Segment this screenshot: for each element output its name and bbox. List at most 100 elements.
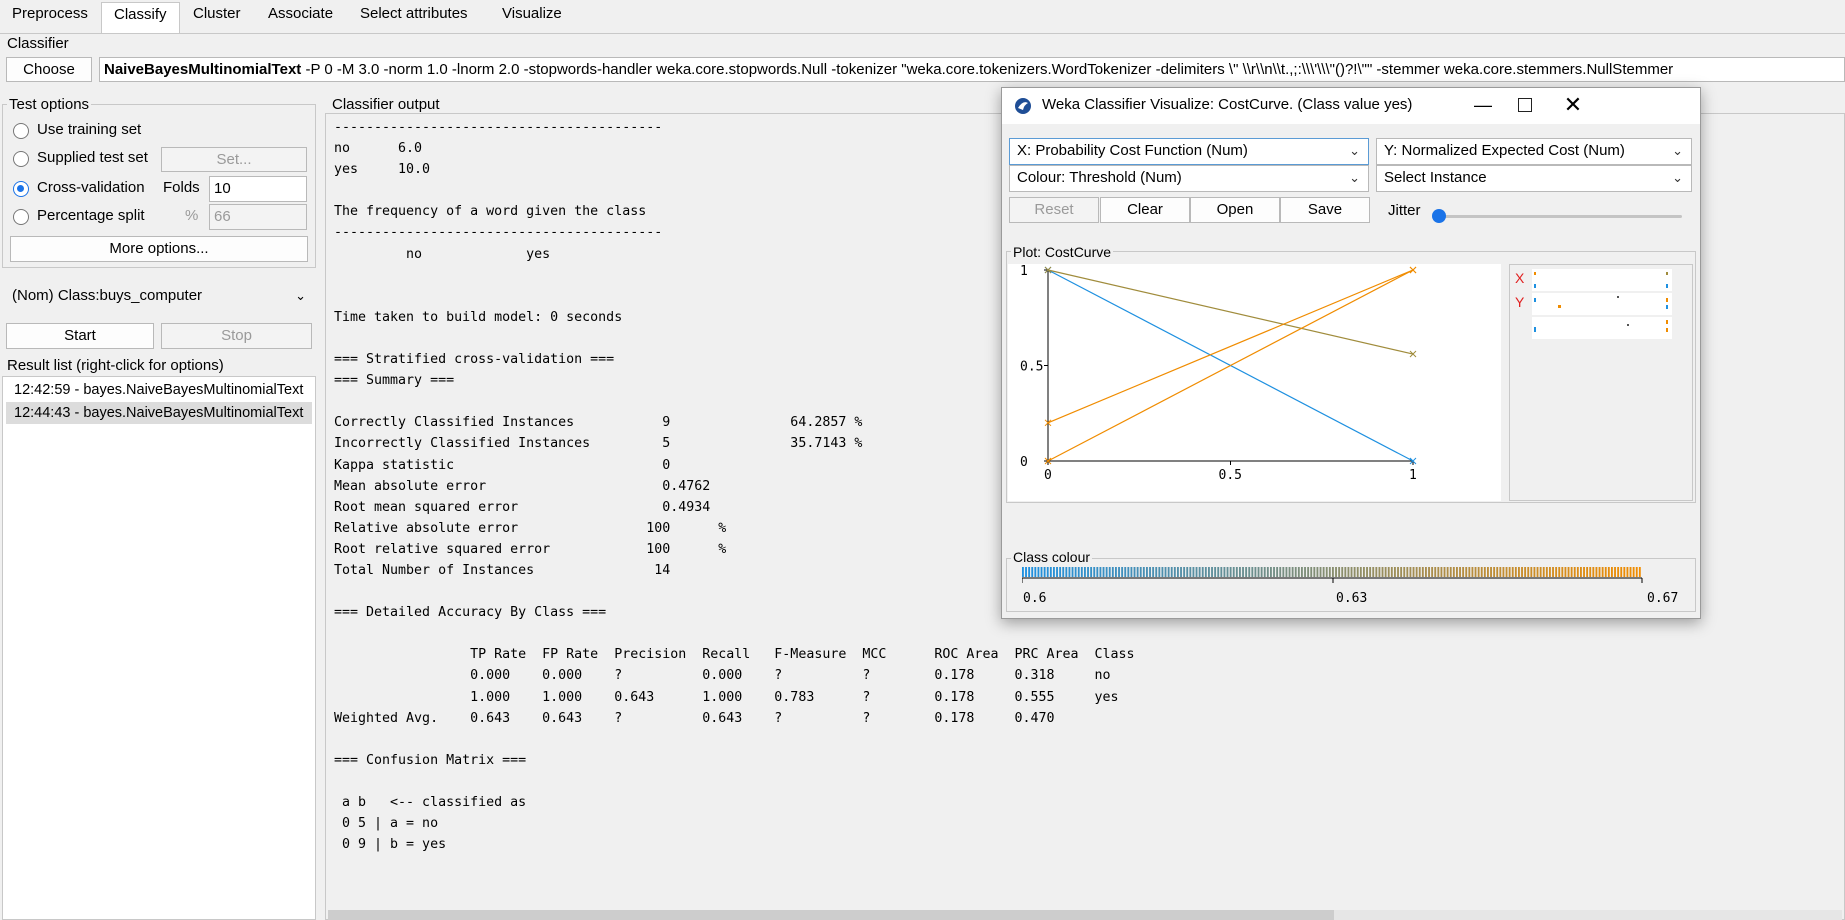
tab-visualize[interactable]: Visualize xyxy=(490,2,574,30)
colour-swatch xyxy=(1384,567,1387,577)
colour-swatch xyxy=(1124,567,1127,577)
scrollbar-thumb[interactable] xyxy=(328,910,1334,920)
cross-validation-radio[interactable] xyxy=(13,181,29,197)
window-title-bar[interactable]: Weka Classifier Visualize: CostCurve. (C… xyxy=(1002,88,1700,124)
set-button[interactable]: Set... xyxy=(161,147,307,172)
attribute-bar[interactable] xyxy=(1532,317,1672,339)
tab-select-attributes[interactable]: Select attributes xyxy=(348,2,480,30)
tab-classify[interactable]: Classify xyxy=(101,2,180,33)
tab-preprocess[interactable]: Preprocess xyxy=(0,2,100,30)
attribute-bar[interactable] xyxy=(1532,269,1672,291)
colour-swatch xyxy=(1251,567,1254,577)
select-instance[interactable]: Select Instance ⌄ xyxy=(1376,165,1692,192)
x-axis-select-value: X: Probability Cost Function (Num) xyxy=(1017,142,1248,159)
colour-swatch xyxy=(1558,567,1561,577)
colour-swatch xyxy=(1031,567,1034,577)
colour-swatch xyxy=(1040,567,1043,577)
tab-associate[interactable]: Associate xyxy=(256,2,345,30)
more-options-button[interactable]: More options... xyxy=(10,236,308,262)
class-select[interactable]: (Nom) Class:buys_computer ⌄ xyxy=(2,279,316,312)
colour-swatch xyxy=(1443,567,1446,577)
colour-swatch xyxy=(1387,567,1390,577)
y-marker: Y xyxy=(1515,294,1525,310)
result-list-item[interactable]: 12:42:59 - bayes.NaiveBayesMultinomialTe… xyxy=(6,379,312,401)
x-axis-select[interactable]: X: Probability Cost Function (Num) ⌄ xyxy=(1009,138,1369,165)
colour-swatch xyxy=(1440,567,1443,577)
test-options-label: Test options xyxy=(7,96,92,113)
colour-swatch xyxy=(1359,567,1362,577)
colour-swatch xyxy=(1080,567,1083,577)
percentage-split-radio[interactable] xyxy=(13,209,29,225)
colour-swatch xyxy=(1483,567,1486,577)
open-button[interactable]: Open xyxy=(1190,197,1280,223)
colour-swatch xyxy=(1136,567,1139,577)
colour-swatch xyxy=(1285,567,1288,577)
colour-swatch xyxy=(1372,567,1375,577)
maximize-icon[interactable] xyxy=(1518,98,1532,112)
colour-swatch xyxy=(1505,567,1508,577)
y-axis-select[interactable]: Y: Normalized Expected Cost (Num) ⌄ xyxy=(1376,138,1692,165)
colour-swatch xyxy=(1524,567,1527,577)
colour-swatch xyxy=(1421,567,1424,577)
colour-swatch xyxy=(1437,567,1440,577)
colour-swatch xyxy=(1226,567,1229,577)
colour-swatch xyxy=(1266,567,1269,577)
colour-swatch xyxy=(1381,567,1384,577)
reset-button[interactable]: Reset xyxy=(1009,197,1099,223)
colour-select[interactable]: Colour: Threshold (Num) ⌄ xyxy=(1009,165,1369,192)
colour-swatch xyxy=(1223,567,1226,577)
stop-button[interactable]: Stop xyxy=(161,323,312,349)
colour-swatch xyxy=(1452,567,1455,577)
colour-swatch xyxy=(1561,567,1564,577)
classifier-config-field[interactable]: NaiveBayesMultinomialText -P 0 -M 3.0 -n… xyxy=(99,57,1845,82)
supplied-test-set-radio[interactable] xyxy=(13,151,29,167)
colour-swatch xyxy=(1183,567,1186,577)
colour-swatch xyxy=(1232,567,1235,577)
colour-swatch xyxy=(1595,567,1598,577)
colour-swatch xyxy=(1177,567,1179,577)
jitter-slider-thumb[interactable] xyxy=(1432,209,1446,223)
colour-swatch xyxy=(1434,567,1437,577)
colour-swatch xyxy=(1186,567,1189,577)
colour-swatch xyxy=(1056,567,1058,577)
choose-button[interactable]: Choose xyxy=(6,57,92,82)
colour-swatch xyxy=(1431,567,1434,577)
colour-swatch xyxy=(1480,567,1483,577)
colour-swatch xyxy=(1325,567,1328,577)
folds-input[interactable]: 10 xyxy=(209,176,307,202)
cost-curve-plot[interactable]: 0 0.5 1 0 0.5 1 xyxy=(1008,264,1501,501)
result-list-item[interactable]: 12:44:43 - bayes.NaiveBayesMultinomialTe… xyxy=(6,402,312,424)
colour-swatch xyxy=(1164,567,1167,577)
colour-swatch xyxy=(1545,567,1548,577)
use-training-set-label: Use training set xyxy=(37,121,142,138)
use-training-set-radio[interactable] xyxy=(13,123,29,139)
colour-swatch xyxy=(1043,567,1046,577)
x-tick-label: 0 xyxy=(1044,468,1052,483)
save-button[interactable]: Save xyxy=(1280,197,1370,223)
weka-bird-icon xyxy=(1015,98,1031,114)
clear-button[interactable]: Clear xyxy=(1100,197,1190,223)
colour-swatch xyxy=(1617,567,1620,577)
class-colour-label: Class colour xyxy=(1011,549,1093,565)
colour-swatch xyxy=(1111,567,1114,577)
horizontal-scrollbar[interactable] xyxy=(328,910,1842,920)
result-list xyxy=(2,376,316,920)
colour-swatch xyxy=(1607,567,1610,577)
colour-swatch xyxy=(1468,567,1471,577)
minimize-icon[interactable]: — xyxy=(1464,90,1502,122)
close-icon[interactable]: ✕ xyxy=(1554,90,1592,122)
colour-swatch xyxy=(1508,567,1511,577)
colour-swatch xyxy=(1449,567,1452,577)
attribute-bar[interactable] xyxy=(1532,293,1672,315)
folds-label: Folds xyxy=(163,179,200,196)
supplied-test-set-label: Supplied test set xyxy=(37,149,148,166)
tab-cluster[interactable]: Cluster xyxy=(181,2,253,30)
chevron-down-icon: ⌄ xyxy=(1349,143,1360,158)
jitter-slider-track[interactable] xyxy=(1438,215,1682,218)
start-button[interactable]: Start xyxy=(6,323,154,349)
colour-swatch xyxy=(1604,567,1607,577)
percentage-input[interactable]: 66 xyxy=(209,204,307,230)
colour-swatch xyxy=(1155,567,1158,577)
colour-swatch xyxy=(1316,567,1319,577)
